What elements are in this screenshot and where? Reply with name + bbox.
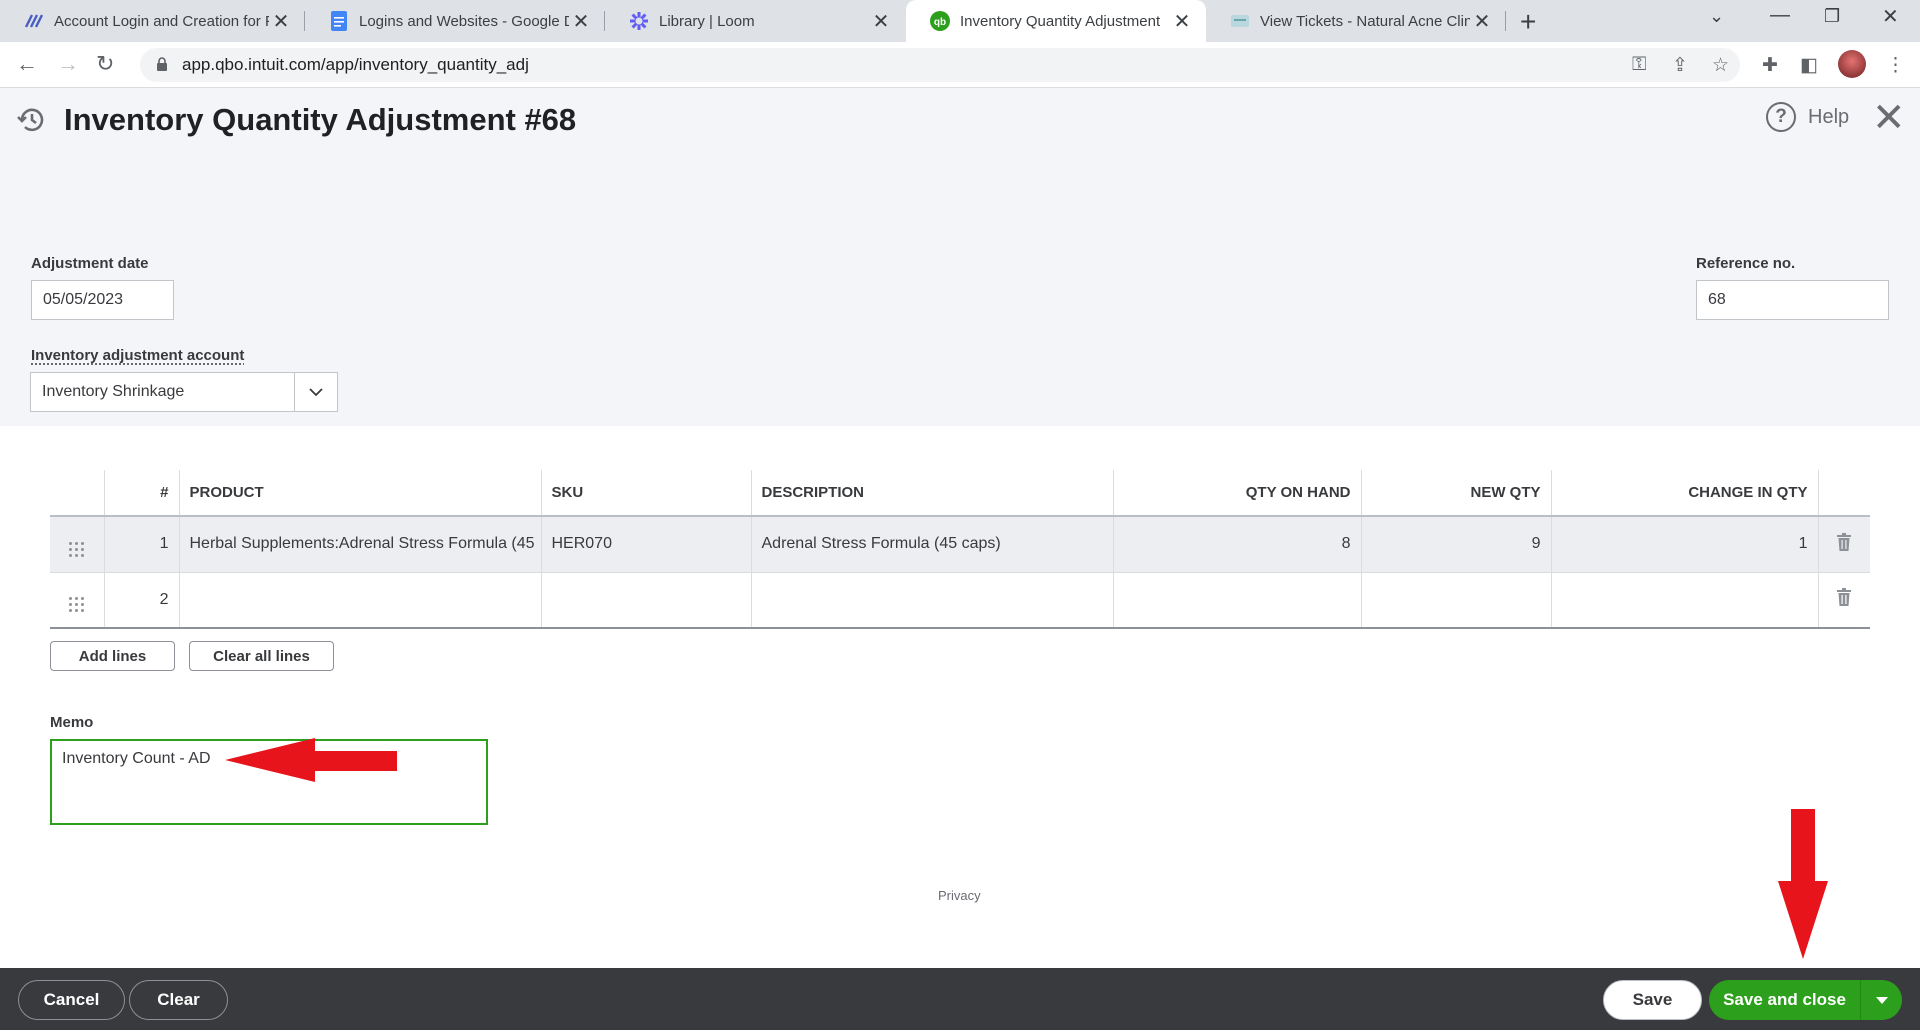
close-tab-icon[interactable]: ✕: [869, 9, 893, 34]
product-cell[interactable]: [178, 572, 541, 629]
drag-handle-icon[interactable]: [50, 572, 104, 629]
clear-all-lines-button[interactable]: Clear all lines: [189, 641, 334, 671]
site-icon: [1230, 11, 1250, 31]
line-items-table: # PRODUCT SKU DESCRIPTION QTY ON HAND NE…: [50, 470, 1870, 629]
help-button[interactable]: ? Help: [1766, 102, 1849, 132]
sku-cell[interactable]: HER070: [540, 516, 751, 573]
change-in-qty-cell[interactable]: [1550, 572, 1818, 629]
browser-tab[interactable]: Account Login and Creation for F ✕: [0, 0, 305, 42]
annotation-arrow-down: [1778, 809, 1828, 959]
new-qty-cell[interactable]: [1360, 572, 1551, 629]
browser-tab[interactable]: Logins and Websites - Google Dc ✕: [305, 0, 605, 42]
new-tab-icon[interactable]: +: [1520, 6, 1536, 38]
browser-tab[interactable]: View Tickets - Natural Acne Clinic ✕: [1206, 0, 1506, 42]
tab-title: Inventory Quantity Adjustment: [960, 12, 1161, 30]
svg-text:qb: qb: [934, 17, 946, 28]
save-button[interactable]: Save: [1603, 980, 1702, 1020]
caret-down-icon[interactable]: [1860, 980, 1902, 1020]
description-cell[interactable]: [750, 572, 1113, 629]
annotation-arrow-left: [225, 738, 397, 782]
delete-column-header: [1817, 470, 1870, 517]
product-cell[interactable]: Herbal Supplements:Adrenal Stress Formul…: [178, 516, 541, 573]
column-header-sku: SKU: [540, 470, 751, 517]
description-cell[interactable]: Adrenal Stress Formula (45 caps): [750, 516, 1113, 573]
share-icon[interactable]: ⇪: [1672, 54, 1688, 77]
save-and-close-split-button[interactable]: Save and close: [1709, 980, 1902, 1020]
new-qty-cell[interactable]: 9: [1360, 516, 1551, 573]
trash-icon[interactable]: [1817, 516, 1870, 573]
adjustment-account-select[interactable]: Inventory Shrinkage: [30, 372, 338, 412]
qty-on-hand-cell: 8: [1112, 516, 1361, 573]
table-row[interactable]: 2: [50, 572, 1870, 629]
key-icon[interactable]: ⚿: [1632, 54, 1646, 76]
column-header-product: PRODUCT: [178, 470, 541, 517]
cancel-button[interactable]: Cancel: [18, 980, 125, 1020]
tab-search-chevron-icon[interactable]: ⌄: [1709, 6, 1724, 27]
minimize-icon[interactable]: —: [1770, 4, 1790, 27]
browser-menu-icon[interactable]: ⋮: [1886, 54, 1905, 77]
add-lines-button[interactable]: Add lines: [50, 641, 175, 671]
column-header-change-in-qty: CHANGE IN QTY: [1550, 470, 1818, 517]
column-header-description: DESCRIPTION: [750, 470, 1113, 517]
tab-title: Library | Loom: [659, 12, 755, 30]
sku-cell[interactable]: [540, 572, 751, 629]
close-tab-icon[interactable]: ✕: [269, 9, 293, 34]
drag-handle-icon[interactable]: [50, 516, 104, 573]
close-tab-icon[interactable]: ✕: [569, 9, 593, 34]
privacy-link[interactable]: Privacy: [938, 888, 981, 903]
line-number: 2: [103, 572, 179, 629]
clear-button[interactable]: Clear: [129, 980, 228, 1020]
trash-icon[interactable]: [1817, 572, 1870, 629]
reload-icon[interactable]: ↻: [96, 51, 114, 77]
tab-title: Logins and Websites - Google Dc: [359, 12, 569, 30]
restore-icon[interactable]: ❐: [1824, 6, 1840, 27]
url-bar[interactable]: app.qbo.intuit.com/app/inventory_quantit…: [140, 48, 1740, 82]
save-and-close-button[interactable]: Save and close: [1709, 980, 1860, 1020]
line-number: 1: [103, 516, 179, 573]
table-row[interactable]: 1 Herbal Supplements:Adrenal Stress Form…: [50, 516, 1870, 573]
drag-column-header: [50, 470, 104, 517]
url-text: app.qbo.intuit.com/app/inventory_quantit…: [182, 55, 529, 74]
tab-title: View Tickets - Natural Acne Clinic: [1260, 12, 1470, 30]
browser-address-bar: ← → ↻ app.qbo.intuit.com/app/inventory_q…: [0, 42, 1920, 88]
help-icon: ?: [1766, 102, 1796, 132]
recent-history-icon[interactable]: [16, 104, 48, 136]
airtable-icon: [24, 11, 44, 31]
column-header-qty-on-hand: QTY ON HAND: [1112, 470, 1361, 517]
tab-title: Account Login and Creation for F: [54, 12, 269, 30]
adjustment-date-input[interactable]: 05/05/2023: [31, 280, 174, 320]
back-icon[interactable]: ←: [16, 51, 38, 77]
help-label: Help: [1808, 105, 1850, 128]
forward-icon[interactable]: →: [57, 51, 79, 77]
reference-no-label: Reference no.: [1696, 255, 1796, 272]
bookmark-star-icon[interactable]: ☆: [1712, 54, 1729, 77]
footer-bar: Cancel Clear Save Save and close: [0, 968, 1920, 1030]
table-header-row: # PRODUCT SKU DESCRIPTION QTY ON HAND NE…: [50, 470, 1870, 517]
close-tab-icon[interactable]: ✕: [1470, 9, 1494, 34]
adjustment-account-label: Inventory adjustment account: [31, 347, 245, 364]
memo-label: Memo: [50, 714, 94, 731]
adjustment-date-label: Adjustment date: [31, 255, 149, 272]
page-title: Inventory Quantity Adjustment #68: [64, 102, 577, 137]
lock-icon: [156, 56, 168, 74]
close-tab-icon[interactable]: ✕: [1170, 9, 1194, 34]
window-close-icon[interactable]: ✕: [1882, 4, 1899, 29]
quickbooks-icon: qb: [930, 11, 950, 31]
google-docs-icon: [329, 11, 349, 31]
profile-avatar[interactable]: [1838, 50, 1866, 78]
adjustment-account-value: Inventory Shrinkage: [42, 383, 185, 400]
loom-icon: [629, 11, 649, 31]
browser-tab[interactable]: Library | Loom ✕: [605, 0, 905, 42]
extensions-puzzle-icon[interactable]: ✚: [1762, 54, 1778, 77]
close-icon[interactable]: ✕: [1872, 98, 1906, 138]
browser-tab-bar: Account Login and Creation for F ✕ Login…: [0, 0, 1920, 42]
column-header-new-qty: NEW QTY: [1360, 470, 1551, 517]
chevron-down-icon[interactable]: [294, 373, 337, 411]
browser-tab-active[interactable]: qb Inventory Quantity Adjustment ✕: [906, 0, 1206, 42]
change-in-qty-cell[interactable]: 1: [1550, 516, 1818, 573]
reference-no-input[interactable]: 68: [1696, 280, 1889, 320]
side-panel-icon[interactable]: ◧: [1800, 54, 1818, 77]
qty-on-hand-cell: [1112, 572, 1361, 629]
column-header-number: #: [103, 470, 179, 517]
